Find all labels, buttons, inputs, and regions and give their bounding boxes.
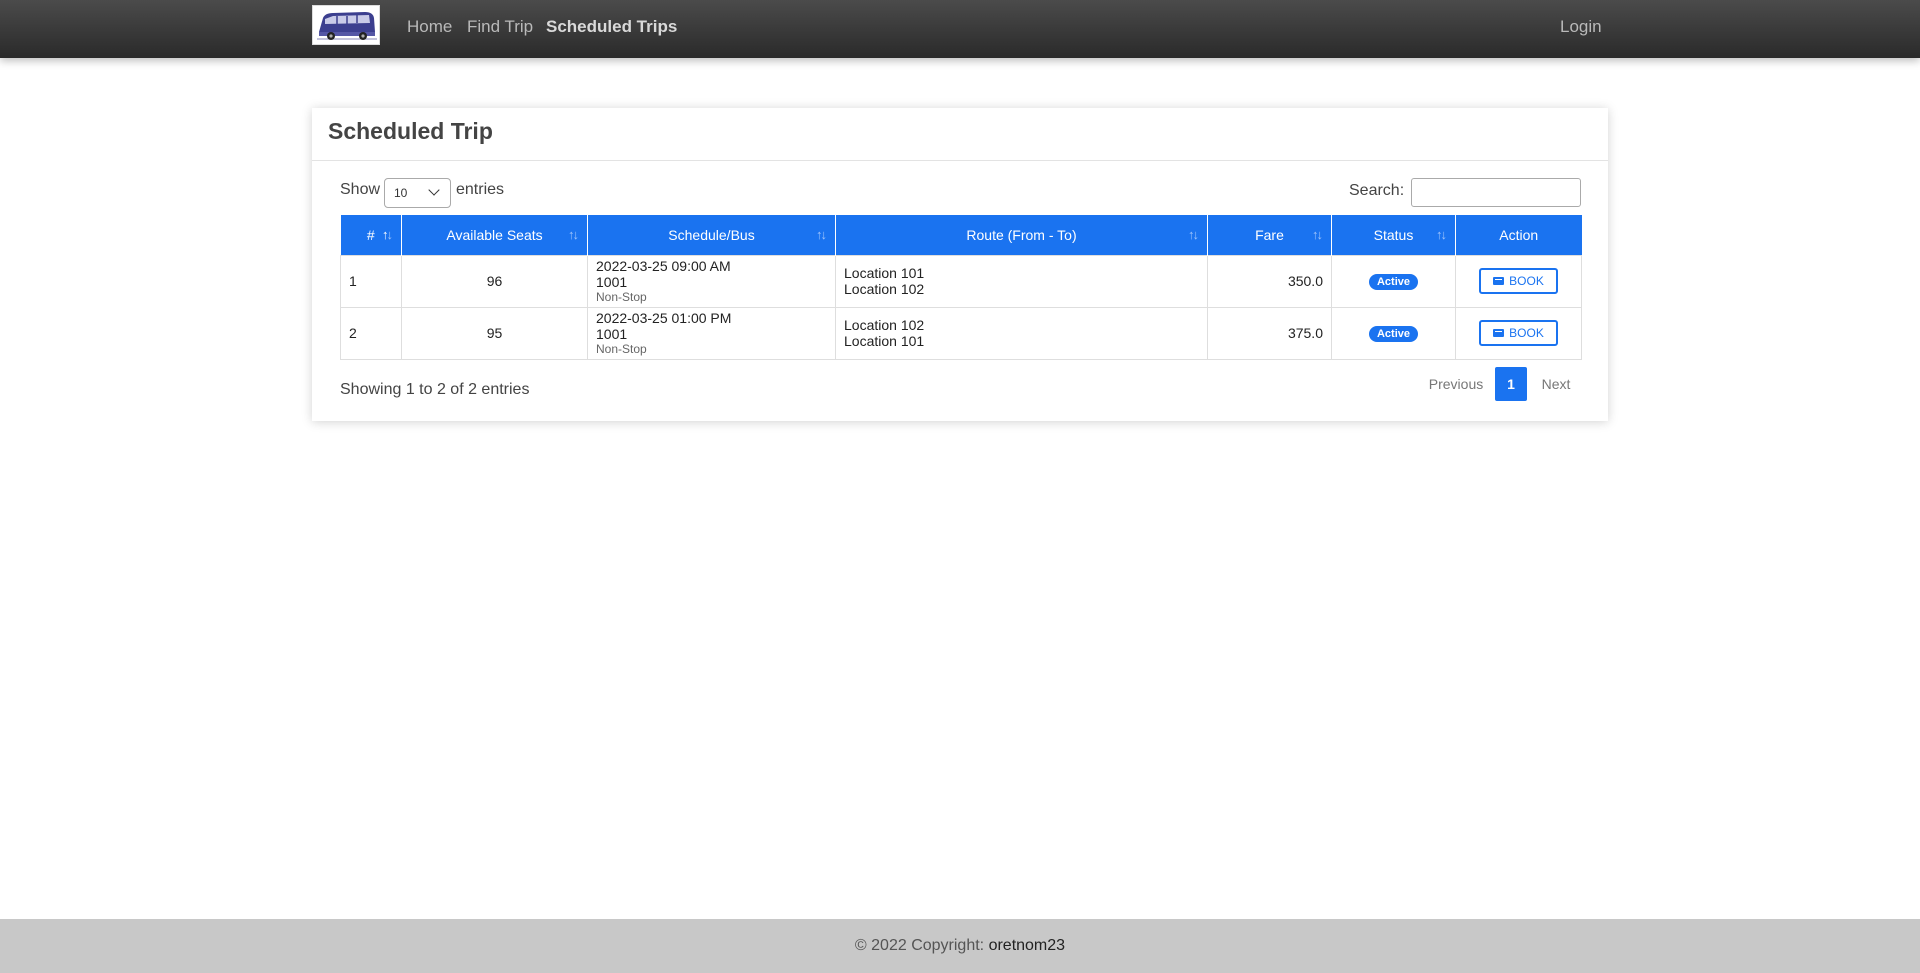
sort-asc-icon: ↑↓ <box>382 227 393 242</box>
book-button[interactable]: BOOK <box>1479 320 1558 346</box>
search-input[interactable] <box>1411 178 1581 207</box>
scheduled-trip-card: Scheduled Trip Show 10 entries Search: #… <box>312 108 1608 421</box>
chevron-down-icon <box>428 184 440 196</box>
header-route[interactable]: Route (From - To) ↑↓ <box>835 215 1208 255</box>
show-label: Show <box>340 181 381 198</box>
cell-schedule-bus: 2022-03-25 01:00 PM 1001 Non-Stop <box>587 306 836 360</box>
cell-route: Location 102 Location 101 <box>835 306 1208 360</box>
status-badge: Active <box>1368 326 1419 342</box>
route-to: Location 101 <box>844 333 925 349</box>
cell-action: BOOK <box>1455 254 1582 308</box>
page-title: Scheduled Trip <box>328 118 493 144</box>
header-number[interactable]: # ↑↓ <box>340 215 402 255</box>
cell-number: 1 <box>340 254 402 308</box>
cell-route: Location 101 Location 102 <box>835 254 1208 308</box>
sort-icon: ↑↓ <box>568 227 579 242</box>
route-from: Location 102 <box>844 317 925 333</box>
sort-icon: ↑↓ <box>1312 227 1323 242</box>
header-available-seats[interactable]: Available Seats ↑↓ <box>401 215 588 255</box>
navbar: Home Find Trip Scheduled Trips Login <box>0 0 1920 58</box>
cell-action: BOOK <box>1455 306 1582 360</box>
footer: © 2022 Copyright: oretnom23 <box>0 919 1920 973</box>
author-link[interactable]: oretnom23 <box>989 937 1066 954</box>
cell-status: Active <box>1331 254 1456 308</box>
route-from: Location 101 <box>844 265 925 281</box>
header-fare[interactable]: Fare ↑↓ <box>1207 215 1332 255</box>
bus-type: Non-Stop <box>596 342 647 356</box>
bus-logo-icon[interactable] <box>312 5 380 45</box>
nav-link-home[interactable]: Home <box>407 0 452 53</box>
header-schedule-bus[interactable]: Schedule/Bus ↑↓ <box>587 215 836 255</box>
nav-link-find-trip[interactable]: Find Trip <box>467 0 533 53</box>
login-link[interactable]: Login <box>1560 0 1602 53</box>
book-button[interactable]: BOOK <box>1479 268 1558 294</box>
entries-label: entries <box>456 181 505 198</box>
entries-length-select[interactable]: 10 <box>384 178 451 208</box>
trips-table: # ↑↓ Available Seats ↑↓ Schedule/Bus ↑↓ Rou… <box>340 215 1582 360</box>
table-info: Showing 1 to 2 of 2 entries <box>340 381 530 398</box>
copyright-text: © 2022 Copyright: <box>854 937 989 954</box>
sort-icon: ↑↓ <box>1188 227 1199 242</box>
bus-number: 1001 <box>596 326 628 342</box>
header-action: Action <box>1455 215 1582 255</box>
table-header-row: # ↑↓ Available Seats ↑↓ Schedule/Bus ↑↓ Rou… <box>340 215 1582 255</box>
sort-icon: ↑↓ <box>1436 227 1447 242</box>
bus-number: 1001 <box>596 274 628 290</box>
cell-fare: 375.0 <box>1207 306 1332 360</box>
nav-link-scheduled-trips[interactable]: Scheduled Trips <box>546 0 677 53</box>
cell-available-seats: 95 <box>401 306 588 360</box>
pagination-next[interactable]: Next <box>1532 367 1580 401</box>
cell-number: 2 <box>340 306 402 360</box>
cell-available-seats: 96 <box>401 254 588 308</box>
ticket-icon <box>1493 329 1505 337</box>
pagination-previous[interactable]: Previous <box>1420 367 1492 401</box>
bus-type: Non-Stop <box>596 290 647 304</box>
header-status[interactable]: Status ↑↓ <box>1331 215 1456 255</box>
table-row: 1 96 2022-03-25 09:00 AM 1001 Non-Stop L… <box>340 254 1582 308</box>
table-row: 2 95 2022-03-25 01:00 PM 1001 Non-Stop L… <box>340 306 1582 360</box>
card-header: Scheduled Trip <box>312 108 1608 161</box>
pagination-page-1[interactable]: 1 <box>1495 367 1527 401</box>
search-label: Search: <box>1349 182 1405 199</box>
schedule-datetime: 2022-03-25 09:00 AM <box>596 258 731 274</box>
status-badge: Active <box>1368 274 1419 290</box>
route-to: Location 102 <box>844 281 925 297</box>
cell-fare: 350.0 <box>1207 254 1332 308</box>
sort-icon: ↑↓ <box>816 227 827 242</box>
cell-schedule-bus: 2022-03-25 09:00 AM 1001 Non-Stop <box>587 254 836 308</box>
cell-status: Active <box>1331 306 1456 360</box>
schedule-datetime: 2022-03-25 01:00 PM <box>596 310 732 326</box>
entries-length-value: 10 <box>394 186 408 200</box>
ticket-icon <box>1493 277 1505 285</box>
